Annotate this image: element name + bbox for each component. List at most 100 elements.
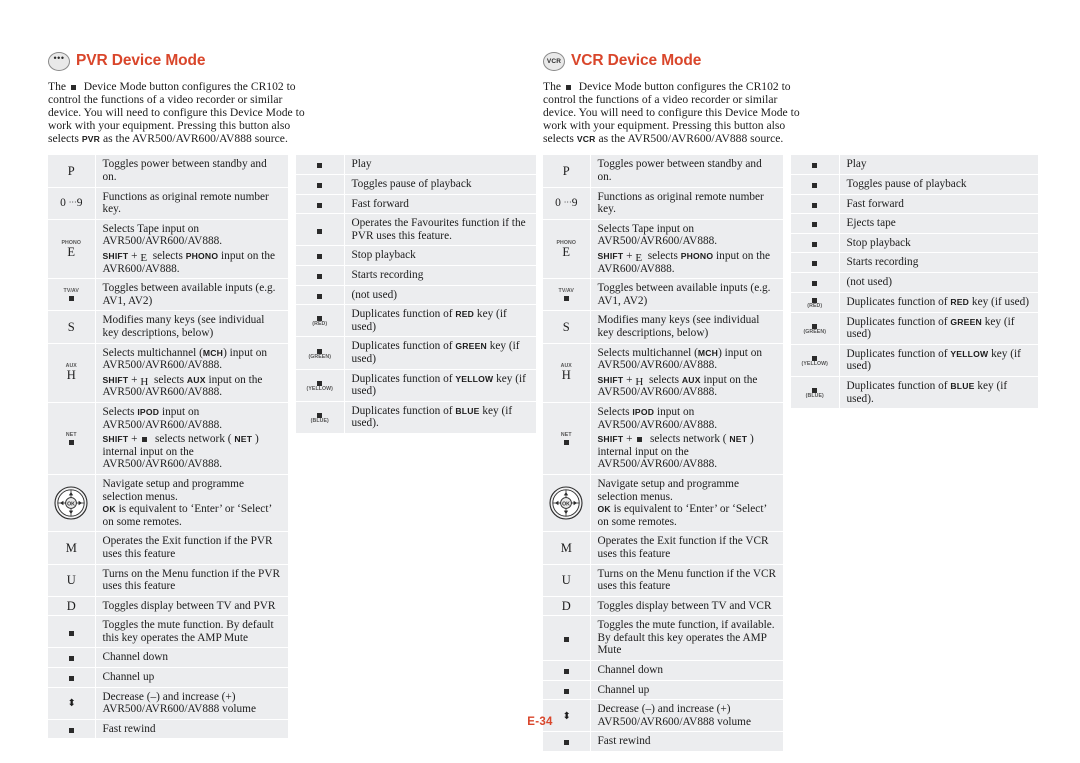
key-square-icon xyxy=(637,437,643,443)
key-description-cell: Selects IPOD input on AVR500/AVR600/AV88… xyxy=(590,402,783,475)
key-square-wrap xyxy=(793,296,837,303)
desc-line: Duplicates function of GREEN key (if use… xyxy=(351,340,520,365)
key-letter: H xyxy=(66,368,76,383)
table-row[interactable]: (RED) Duplicates function of RED key (if … xyxy=(791,292,1038,313)
table-row[interactable]: D Toggles display between TV and PVR xyxy=(48,596,288,617)
table-row[interactable]: Fast forward xyxy=(296,194,536,215)
mode-heading: ••• PVR Device Mode xyxy=(48,48,538,74)
table-row[interactable]: TV/AV Toggles between available inputs (e… xyxy=(543,278,783,312)
table-row[interactable]: OK Navigate setup and programme selection… xyxy=(48,474,288,533)
key-glyph-cell xyxy=(296,174,345,195)
table-row[interactable]: OK Navigate setup and programme selection… xyxy=(543,474,783,533)
table-row[interactable]: 0 ···9 Functions as original remote numbe… xyxy=(543,187,783,220)
key-square-wrap xyxy=(298,379,342,386)
key-description-cell: Duplicates function of RED key (if used) xyxy=(344,304,536,338)
table-row[interactable]: 0 ···9 Functions as original remote numbe… xyxy=(48,187,288,220)
desc-line: OK is equivalent to ‘Enter’ or ‘Select’ … xyxy=(102,503,272,528)
table-row[interactable]: Operates the Favourites function if the … xyxy=(296,213,536,247)
table-row[interactable]: S Modifies many keys (see individual key … xyxy=(48,310,288,344)
key-number-range: 0 ···9 xyxy=(555,197,578,210)
desc-line: Toggles the mute function. By default th… xyxy=(102,619,274,644)
table-row[interactable]: AUX H Selects multichannel (MCH) input on … xyxy=(543,343,783,403)
desc-line: Operates the Exit function if the PVR us… xyxy=(102,535,273,560)
table-row[interactable]: Channel up xyxy=(48,667,288,688)
key-description-cell: Navigate setup and programme selection m… xyxy=(95,474,288,533)
desc-line: Functions as original remote number key. xyxy=(597,190,764,216)
table-row[interactable]: Toggles the mute function. By default th… xyxy=(48,615,288,649)
table-row[interactable]: D Toggles display between TV and VCR xyxy=(543,596,783,617)
desc-line: Fast forward xyxy=(351,197,409,210)
dots-icon: ••• xyxy=(53,52,65,63)
table-row[interactable]: PHONO E Selects Tape input on AVR500/AVR60… xyxy=(48,219,288,280)
table-row[interactable]: Stop playback xyxy=(296,245,536,267)
table-row[interactable]: Fast forward xyxy=(791,194,1038,215)
table-row[interactable]: NET Selects IPOD input on AVR500/AVR600/A… xyxy=(543,402,783,475)
table-row[interactable]: AUX H Selects multichannel (MCH) input on … xyxy=(48,343,288,403)
table-row[interactable]: (not used) xyxy=(791,272,1038,293)
key-sublabel: (YELLOW) xyxy=(801,360,828,367)
table-row[interactable]: Play xyxy=(791,155,1038,176)
svg-text:OK: OK xyxy=(562,501,570,507)
table-row[interactable]: S Modifies many keys (see individual key … xyxy=(543,310,783,344)
key-square-icon xyxy=(317,348,323,354)
table-row[interactable]: Toggles the mute function, if available.… xyxy=(543,615,783,662)
table-row[interactable]: TV/AV Toggles between available inputs (e… xyxy=(48,278,288,312)
desc-line: Toggles display between TV and PVR xyxy=(102,599,276,612)
table-row[interactable]: (RED) Duplicates function of RED key (if … xyxy=(296,304,536,338)
table-row[interactable]: Toggles pause of playback xyxy=(791,174,1038,195)
table-row[interactable]: P Toggles power between standby and on. xyxy=(48,155,288,188)
table-row[interactable]: (BLUE) Duplicates function of BLUE key (i… xyxy=(791,376,1038,410)
key-glyph-cell: (GREEN) xyxy=(791,312,840,345)
desc-line: Selects Tape input on AVR500/AVR600/AV88… xyxy=(597,222,718,248)
caps-term: OK xyxy=(102,504,116,515)
key-square-wrap xyxy=(50,438,93,445)
key-square-icon xyxy=(68,296,74,302)
table-row[interactable]: U Turns on the Menu function if the PVR u… xyxy=(48,564,288,597)
key-square-icon xyxy=(563,740,569,746)
table-row[interactable]: U Turns on the Menu function if the VCR u… xyxy=(543,564,783,597)
table-row[interactable]: ⬍ Decrease (–) and increase (+) AVR500/AV… xyxy=(48,687,288,720)
table-row[interactable]: NET Selects IPOD input on AVR500/AVR600/A… xyxy=(48,402,288,475)
key-description-cell: Starts recording xyxy=(344,265,536,286)
table-row[interactable]: Channel down xyxy=(543,660,783,681)
caps-term: YELLOW xyxy=(950,348,989,359)
shift-key-glyph: E xyxy=(140,252,148,265)
table-row[interactable]: P Toggles power between standby and on. xyxy=(543,155,783,188)
table-row[interactable]: (YELLOW) Duplicates function of YELLOW ke… xyxy=(791,344,1038,378)
table-row[interactable]: (not used) xyxy=(296,285,536,306)
caps-term: IPOD xyxy=(632,406,655,417)
key-description-cell: Duplicates function of RED key (if used) xyxy=(839,292,1038,313)
table-row[interactable]: (GREEN) Duplicates function of GREEN key … xyxy=(791,312,1038,345)
key-letter: M xyxy=(65,540,77,555)
table-row[interactable]: Starts recording xyxy=(296,265,536,286)
key-square-wrap xyxy=(298,314,342,322)
table-row[interactable]: Channel up xyxy=(543,680,783,701)
desc-line: Duplicates function of RED key (if used) xyxy=(351,308,507,333)
key-glyph-cell: D xyxy=(48,596,96,617)
table-row[interactable]: Play xyxy=(296,155,536,176)
table-row[interactable]: M Operates the Exit function if the VCR u… xyxy=(543,531,783,565)
navigation-pad-icon: OK xyxy=(549,486,583,520)
key-description-cell: Play xyxy=(344,155,536,176)
key-square-icon xyxy=(563,669,569,675)
table-row[interactable]: Stop playback xyxy=(791,233,1038,254)
desc-line: Operates the Exit function if the VCR us… xyxy=(597,535,769,560)
device-key-icon xyxy=(70,85,76,90)
key-description-cell: Stop playback xyxy=(839,233,1038,254)
table-row[interactable]: M Operates the Exit function if the PVR u… xyxy=(48,531,288,565)
device-key-icon xyxy=(565,85,571,90)
desc-line: Fast rewind xyxy=(597,735,651,748)
svg-text:OK: OK xyxy=(67,501,75,507)
key-description-cell: Operates the Exit function if the VCR us… xyxy=(590,531,783,565)
table-row[interactable]: Ejects tape xyxy=(791,213,1038,234)
table-row[interactable]: (BLUE) Duplicates function of BLUE key (i… xyxy=(296,401,536,434)
desc-line: Navigate setup and programme selection m… xyxy=(102,477,244,503)
table-row[interactable]: (GREEN) Duplicates function of GREEN key … xyxy=(296,336,536,370)
table-row[interactable]: Channel down xyxy=(48,647,288,669)
table-row[interactable]: Fast rewind xyxy=(543,731,783,753)
key-description-cell: Turns on the Menu function if the VCR us… xyxy=(590,564,783,597)
table-row[interactable]: Starts recording xyxy=(791,252,1038,274)
table-row[interactable]: PHONO E Selects Tape input on AVR500/AVR60… xyxy=(543,219,783,280)
table-row[interactable]: Toggles pause of playback xyxy=(296,174,536,195)
table-row[interactable]: (YELLOW) Duplicates function of YELLOW ke… xyxy=(296,369,536,402)
